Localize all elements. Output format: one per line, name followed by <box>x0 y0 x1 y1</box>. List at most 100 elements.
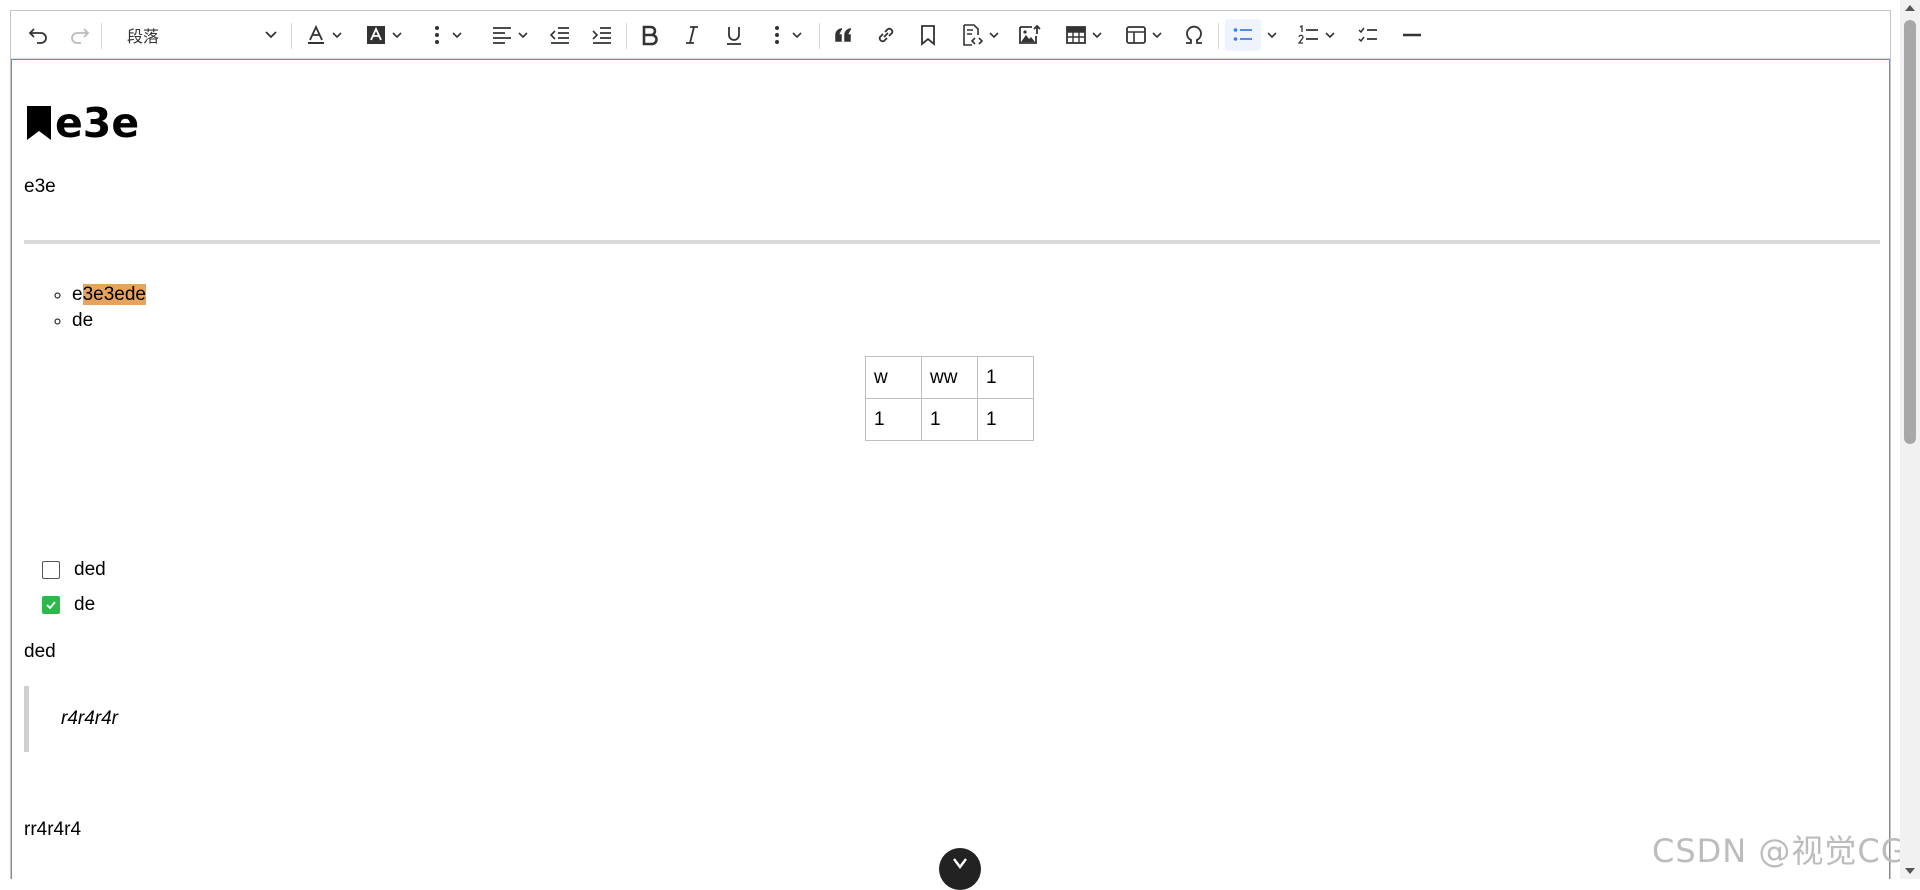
chevron-down-icon <box>989 32 999 39</box>
chevron-down-icon <box>452 32 462 39</box>
chevron-down-icon <box>392 32 402 39</box>
outdent-button[interactable] <box>545 19 575 51</box>
outdent-icon <box>549 27 569 44</box>
table-cell[interactable]: 1 <box>921 398 978 441</box>
more-icon <box>435 26 439 44</box>
document-heading: e3e <box>25 98 139 148</box>
highlight-icon <box>367 26 385 44</box>
list-item: de <box>72 308 146 334</box>
table-cell[interactable]: 1 <box>977 356 1034 399</box>
expand-toggle-button[interactable] <box>939 848 981 890</box>
list-item-text: e <box>72 284 83 305</box>
bold-icon <box>642 25 658 46</box>
toolbar-separator <box>626 23 627 49</box>
chevron-down-icon <box>1325 32 1335 39</box>
todo-label: ded <box>74 559 106 580</box>
more-icon <box>775 26 779 44</box>
todo-item: de <box>42 594 95 616</box>
blockquote-icon <box>835 28 852 42</box>
toolbar-separator <box>1218 23 1219 49</box>
indent-button[interactable] <box>587 19 617 51</box>
chevron-down-icon <box>332 32 342 39</box>
scroll-thumb[interactable] <box>1904 20 1916 444</box>
table-cell[interactable]: 1 <box>865 398 922 441</box>
table-icon <box>1066 26 1086 44</box>
todo-item: ded <box>42 559 106 581</box>
toolbar-separator <box>819 23 820 49</box>
layout-table-icon <box>1126 26 1146 44</box>
paragraph: rr4r4r4 <box>24 819 82 840</box>
todo-checkbox[interactable] <box>42 596 60 614</box>
table-row: w ww 1 <box>865 356 1034 399</box>
list-item: e3e3ede <box>72 282 146 308</box>
undo-icon <box>28 28 47 44</box>
page-scrollbar[interactable] <box>1900 0 1920 879</box>
italic-button[interactable] <box>677 19 707 51</box>
blockquote: r4r4r4r <box>24 686 424 752</box>
table-cell[interactable]: 1 <box>977 398 1034 441</box>
chevron-down-icon <box>1267 32 1277 39</box>
image-upload-button[interactable] <box>1015 19 1045 51</box>
blockquote-text: r4r4r4r <box>61 708 119 729</box>
toolbar-separator <box>101 23 102 49</box>
italic-icon <box>686 26 698 44</box>
horizontal-rule <box>24 240 1880 244</box>
link-button[interactable] <box>871 19 901 51</box>
heading-dropdown-value: 段落 <box>127 29 160 46</box>
bulleted-list-button[interactable] <box>1225 19 1261 51</box>
bold-button[interactable] <box>635 19 665 51</box>
bookmark-button[interactable] <box>913 19 943 51</box>
align-left-icon <box>493 27 511 44</box>
watermark-text: CSDN @视觉CG <box>1652 832 1907 870</box>
scroll-up-arrow-icon[interactable] <box>1905 5 1915 11</box>
heading-text: e3e <box>55 99 140 147</box>
chevron-down-icon <box>792 32 802 39</box>
numbered-list-button[interactable] <box>1291 19 1343 51</box>
bookmark-icon <box>27 106 51 140</box>
table-row: 1 1 1 <box>865 398 1034 441</box>
link-icon <box>878 27 894 43</box>
alignment-button[interactable] <box>483 19 537 51</box>
bulleted-list-icon <box>1233 28 1252 41</box>
insert-table-button[interactable] <box>1059 19 1109 51</box>
undo-button[interactable] <box>24 19 54 51</box>
underline-icon <box>727 27 741 45</box>
font-color-button[interactable] <box>297 19 351 51</box>
horizontal-line-button[interactable] <box>1397 19 1427 51</box>
paragraph: e3e <box>24 176 56 197</box>
checkmark-icon <box>46 601 56 610</box>
numbered-list-icon <box>1298 24 1318 44</box>
redo-icon <box>71 28 90 44</box>
code-block-button[interactable] <box>955 19 1005 51</box>
todo-list-icon <box>1358 27 1377 43</box>
content-table: w ww 1 1 1 1 <box>865 356 1034 441</box>
underline-button[interactable] <box>719 19 749 51</box>
blockquote-button[interactable] <box>829 19 859 51</box>
todo-checkbox[interactable] <box>42 561 60 579</box>
bookmark-icon <box>921 25 935 46</box>
special-char-icon <box>1186 25 1202 44</box>
layout-table-button[interactable] <box>1119 19 1169 51</box>
chevron-down-icon <box>1092 32 1102 39</box>
toolbar-separator <box>291 23 292 49</box>
special-characters-button[interactable] <box>1179 19 1209 51</box>
code-block-icon <box>963 24 984 46</box>
image-upload-icon <box>1019 24 1041 44</box>
highlighted-text: 3e3ede <box>82 284 146 305</box>
chevron-down-icon <box>1152 32 1162 39</box>
more-format-options-button[interactable] <box>763 19 813 51</box>
table-cell[interactable]: ww <box>921 356 978 399</box>
table-cell[interactable]: w <box>865 356 922 399</box>
bulleted-list-dropdown[interactable] <box>1263 19 1281 51</box>
scroll-down-arrow-icon[interactable] <box>1905 868 1915 874</box>
chevron-down-icon <box>265 31 277 39</box>
todo-list-button[interactable] <box>1353 19 1383 51</box>
heading-dropdown[interactable]: 段落 <box>121 19 284 51</box>
editor-content[interactable]: e3e e3e e3e3ede de w ww 1 1 1 1 ded de d… <box>11 59 1890 879</box>
more-text-options-button[interactable] <box>423 19 473 51</box>
chevron-down-icon <box>953 858 967 869</box>
redo-button[interactable] <box>64 19 94 51</box>
editor-toolbar: 段落 <box>11 11 1890 59</box>
font-background-button[interactable] <box>357 19 411 51</box>
todo-label: de <box>74 594 96 615</box>
